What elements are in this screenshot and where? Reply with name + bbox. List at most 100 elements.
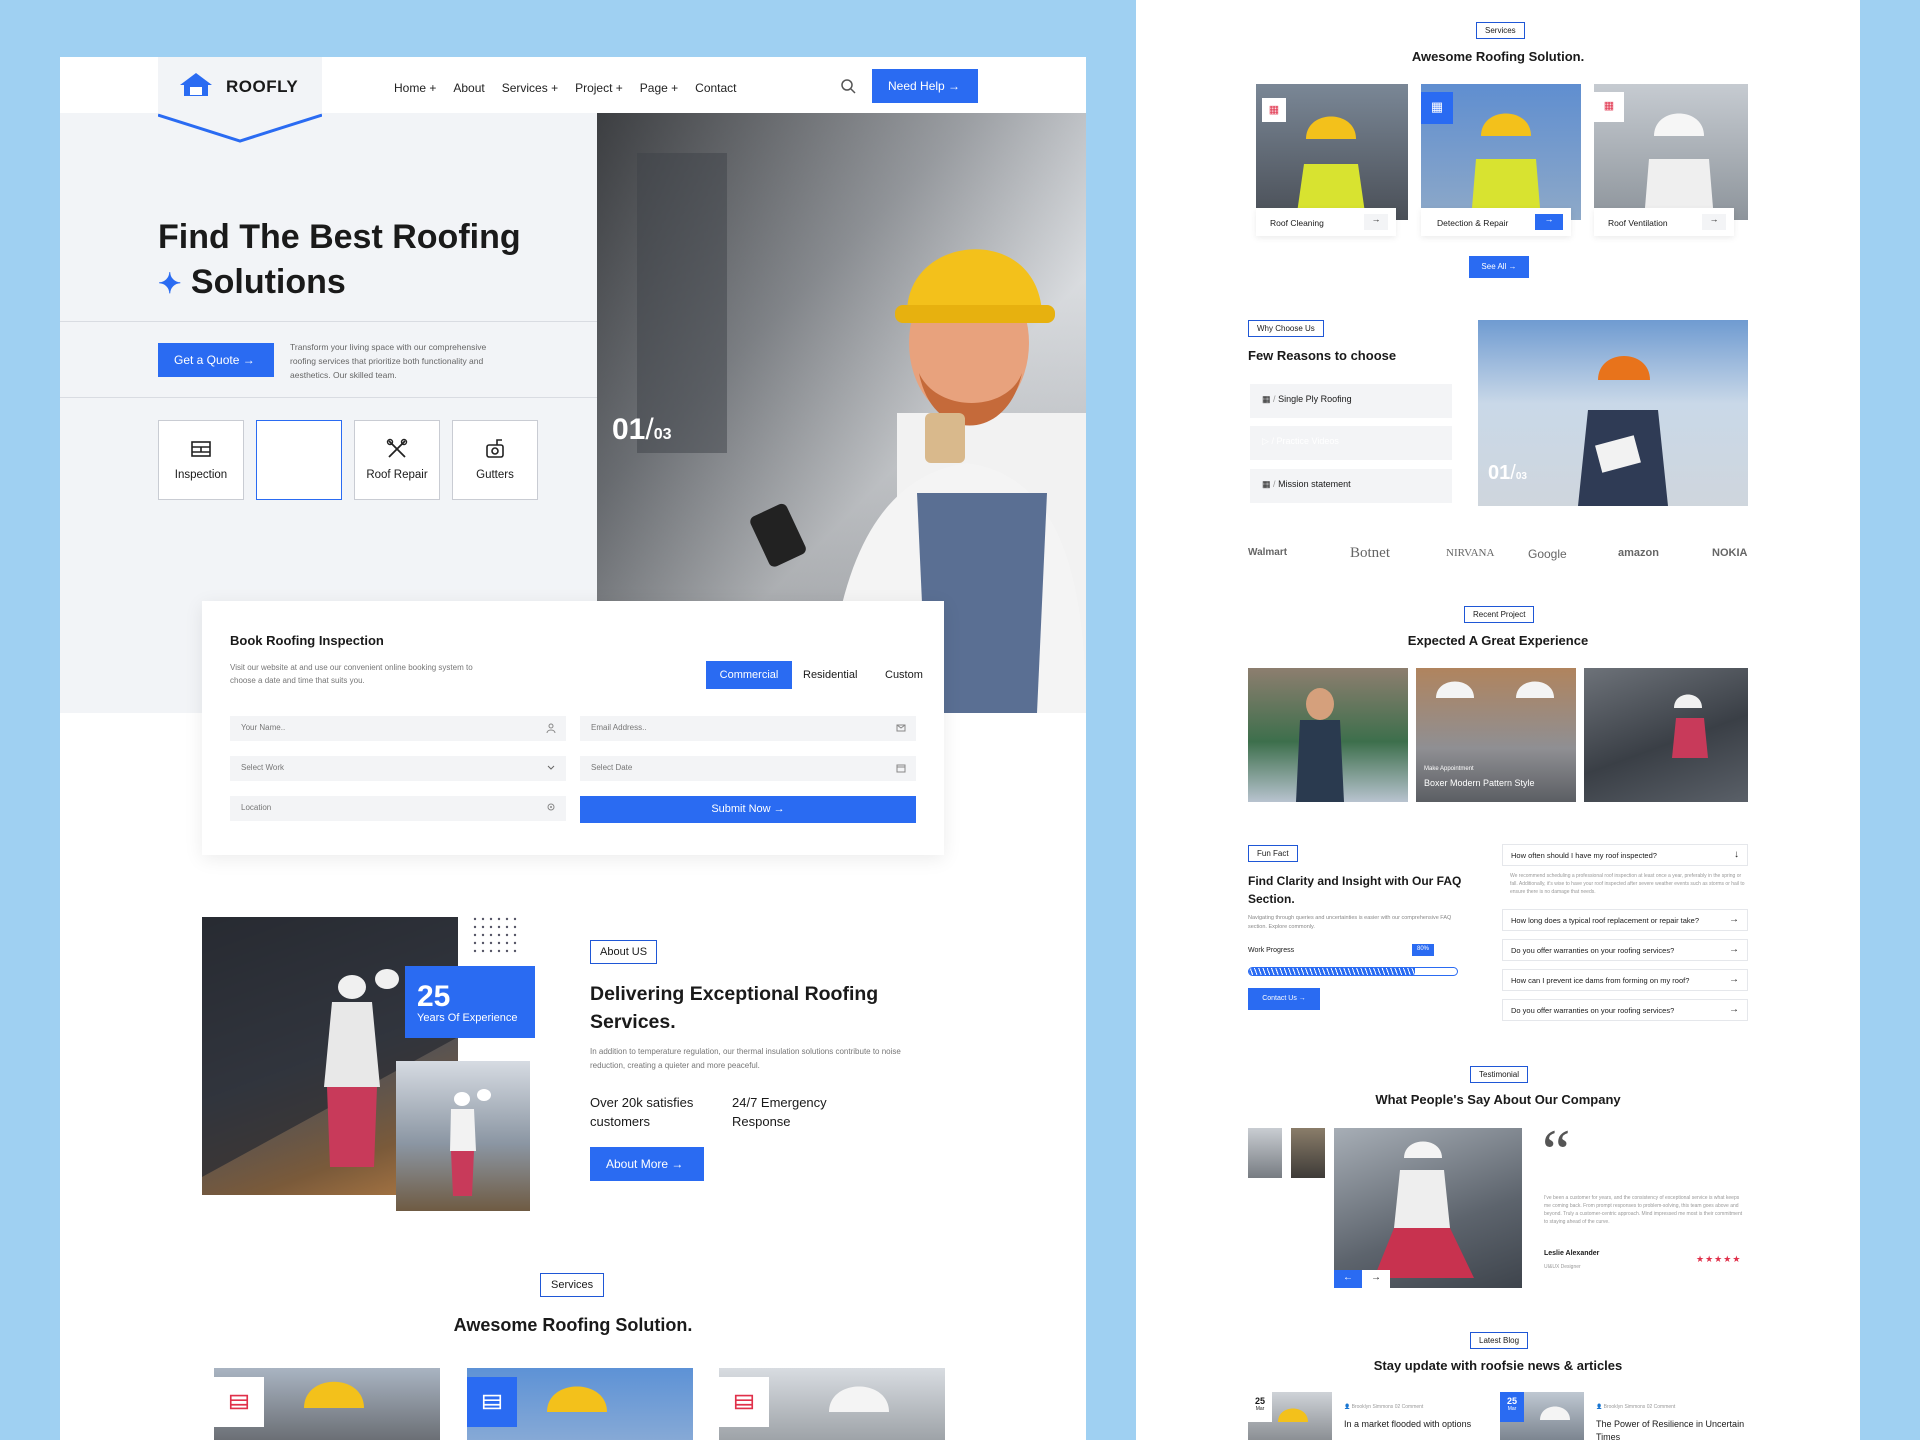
tab-custom[interactable]: Custom (885, 669, 923, 681)
search-icon[interactable] (840, 78, 856, 94)
tab-residential[interactable]: Residential (803, 669, 857, 681)
star-icon: ★ (1732, 1254, 1742, 1264)
testimonial-tag-label: Testimonial (1479, 1070, 1520, 1079)
submit-button[interactable]: Submit Now → (580, 796, 916, 823)
roof-cleaning-icon: ▦ (1262, 98, 1286, 122)
user-icon: 👤 (1344, 1404, 1351, 1410)
about-stat-emergency: 24/7 Emergency Response (732, 1095, 827, 1129)
nav-about[interactable]: About (453, 81, 484, 95)
see-all-button[interactable]: See All → (1469, 256, 1529, 278)
main-nav: Home + About Services + Project + Page + Cont… (394, 79, 754, 97)
arrow-right-icon[interactable]: → (1535, 214, 1563, 230)
slide-total: 03 (1515, 471, 1527, 482)
service-label: Siding (283, 469, 315, 481)
testimonial-next-button[interactable]: → (1362, 1270, 1390, 1288)
need-help-button[interactable]: Need Help → (872, 69, 978, 103)
why-item-single-ply[interactable]: ▦ / Single Ply Roofing (1250, 384, 1452, 418)
blog-post-2[interactable]: 25 Mar 👤 Brooklyn Simmons 02 Comment The … (1500, 1392, 1750, 1440)
service-card-siding[interactable]: Siding (256, 420, 342, 500)
location-input[interactable]: Location (230, 796, 566, 821)
blog-author: Brooklyn Simmons (1351, 1404, 1394, 1410)
services-title: Awesome Roofing Solution. (453, 1315, 693, 1335)
nav-contact[interactable]: Contact (695, 81, 736, 95)
get-quote-button[interactable]: Get a Quote → (158, 343, 274, 377)
blog-post-1[interactable]: 25 Mar 👤 Brooklyn Simmons 02 Comment In a… (1248, 1392, 1488, 1440)
testimonial-photo (1334, 1128, 1522, 1288)
faq-question-2[interactable]: How long does a typical roof replacement… (1502, 909, 1748, 931)
gutters-icon (486, 439, 504, 458)
contact-us-label: Contact Us (1262, 995, 1297, 1002)
projects-tag-label: Recent Project (1473, 610, 1526, 619)
nav-home[interactable]: Home + (394, 81, 436, 95)
project-photo-3 (1584, 668, 1748, 802)
testimonial-thumb-2[interactable] (1291, 1128, 1325, 1178)
experience-label: Years Of Experience (417, 1012, 518, 1024)
r-service-card-roof-cleaning[interactable]: ▦ Roof Cleaning → (1256, 84, 1408, 236)
arrow-right-icon: → (773, 803, 785, 815)
location-pin-icon (547, 803, 555, 811)
service-card-inspection[interactable]: Inspection (158, 420, 244, 500)
why-item-mission[interactable]: ▦ / Mission statement (1250, 469, 1452, 503)
see-all-label: See All (1481, 262, 1507, 271)
faq-question-5[interactable]: Do you offer warranties on your roofing … (1502, 999, 1748, 1021)
star-icon: ★ (1705, 1254, 1715, 1264)
arrow-right-icon[interactable]: → (1364, 214, 1388, 230)
booking-title: Book Roofing Inspection (230, 633, 384, 648)
arrow-right-icon: → (948, 79, 961, 93)
about-more-label: About More (606, 1157, 669, 1171)
nav-services[interactable]: Services + (502, 81, 558, 95)
submit-label: Submit Now (711, 803, 771, 815)
blog-post-title: In a market flooded with options (1344, 1419, 1472, 1429)
faq-question-text: Do you offer warranties on your roofing … (1511, 1006, 1675, 1015)
arrow-right-icon: → (242, 353, 255, 367)
brand-name: ROOFLY (226, 77, 299, 96)
siding-icon (289, 440, 309, 459)
contact-us-button[interactable]: Contact Us → (1248, 988, 1320, 1010)
dot-pattern (473, 917, 517, 953)
testimonial-prev-button[interactable]: ← (1334, 1270, 1362, 1288)
service-card-roof-repair[interactable]: Roof Repair (354, 420, 440, 500)
tab-commercial[interactable]: Commercial (706, 661, 792, 689)
about-stat-customers: Over 20k satisfies customers (590, 1095, 694, 1129)
services-tag-label: Services (551, 1279, 594, 1291)
service-card-gutters[interactable]: Gutters (452, 420, 538, 500)
experience-badge: 25 Years Of Experience (405, 966, 535, 1038)
hero-divider-bottom (60, 397, 597, 398)
hero-title-line1: Find The Best Roofing (158, 218, 521, 256)
blog-date-badge: 25 Mar (1248, 1392, 1272, 1422)
testimonial-thumb-1[interactable] (1248, 1128, 1282, 1178)
email-input[interactable]: Email Address.. (580, 716, 916, 741)
why-title: Few Reasons to choose (1248, 348, 1397, 363)
project-photo-1 (1248, 668, 1408, 802)
nav-project[interactable]: Project + (575, 81, 623, 95)
tools-icon (386, 438, 408, 458)
quote-icon: “ (1542, 1116, 1571, 1187)
house-logo-icon (180, 73, 212, 96)
email-placeholder: Email Address.. (591, 723, 647, 732)
user-icon: 👤 (1596, 1404, 1603, 1410)
why-item-practice-videos[interactable]: ▷ / Practice Videos (1250, 426, 1452, 460)
faq-question-3[interactable]: Do you offer warranties on your roofing … (1502, 939, 1748, 961)
r-service-card-detection[interactable]: ▦ Detection & Repair → (1421, 84, 1581, 236)
logo-amazon: amazon (1618, 547, 1659, 559)
about-more-button[interactable]: About More → (590, 1147, 704, 1181)
date-input[interactable]: Select Date (580, 756, 916, 781)
why-tag: Why Choose Us (1248, 320, 1324, 337)
user-icon (546, 723, 556, 733)
arrow-right-icon: → (671, 1157, 684, 1171)
slide-total: 03 (653, 426, 672, 443)
work-select[interactable]: Select Work (230, 756, 566, 781)
name-input[interactable]: Your Name.. (230, 716, 566, 741)
project-photo-2: Make Appointment Boxer Modern Pattern St… (1416, 668, 1576, 802)
arrow-right-icon: → (1729, 974, 1739, 985)
arrow-right-icon[interactable]: → (1702, 214, 1726, 230)
logo-badge[interactable]: ROOFLY (158, 57, 322, 113)
blog-tag: Latest Blog (1470, 1332, 1529, 1349)
tab-label: Commercial (719, 669, 779, 681)
why-slide-counter: 01/03 (1488, 462, 1527, 484)
nav-page[interactable]: Page + (640, 81, 678, 95)
faq-question-4[interactable]: How can I prevent ice dams from forming … (1502, 969, 1748, 991)
faq-question-1[interactable]: How often should I have my roof inspecte… (1502, 844, 1748, 866)
r-service-card-ventilation[interactable]: ▦ Roof Ventilation → (1594, 84, 1748, 236)
name-placeholder: Your Name.. (241, 723, 286, 732)
